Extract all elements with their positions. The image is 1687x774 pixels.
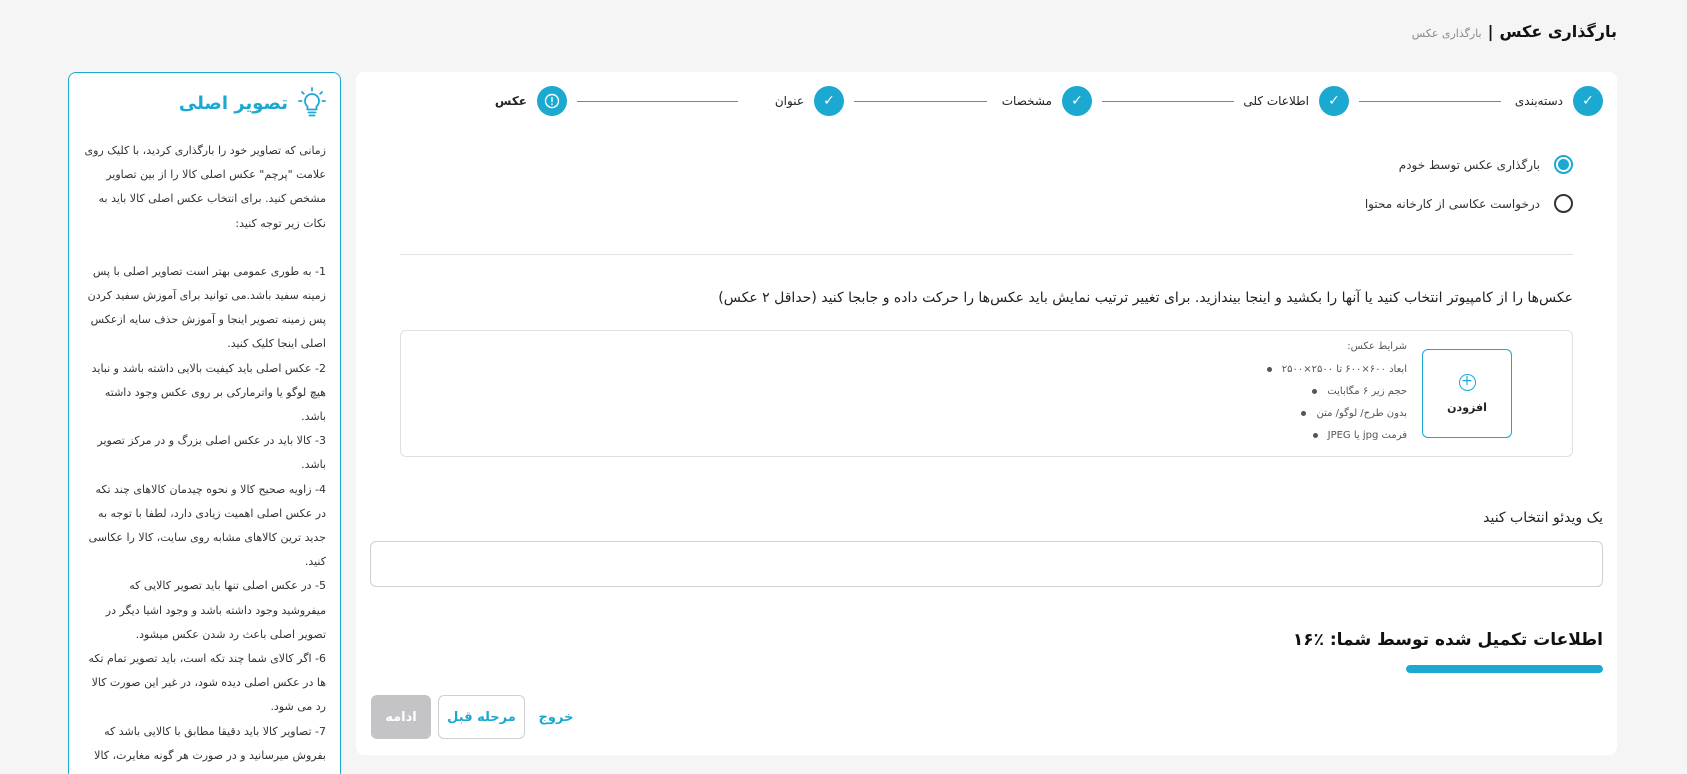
step-photo[interactable]: عکس: [495, 86, 567, 116]
plus-circle-icon: +: [1458, 373, 1476, 391]
main-card: ✓ دسته‌بندی ✓ اطلاعات کلی ✓ مشخصات ✓ عنو…: [356, 72, 1617, 755]
help-panel-title: تصویر اصلی: [178, 92, 288, 114]
step-specs[interactable]: ✓ مشخصات: [1002, 86, 1092, 116]
conditions-title: شرایط عکس:: [1347, 341, 1407, 352]
stepper: ✓ دسته‌بندی ✓ اطلاعات کلی ✓ مشخصات ✓ عنو…: [495, 86, 1603, 118]
condition-item: فرمت jpg یا JPEG: [1267, 424, 1407, 446]
help-tip: 3- کالا باید در عکس اصلی بزرگ و در مرکز …: [97, 434, 326, 472]
page-header: بارگذاری عکس | بارگذاری عکس: [1412, 22, 1617, 41]
radio-label: درخواست عکاسی از کارخانه محتوا: [1364, 196, 1540, 211]
completion-title: اطلاعات تکمیل شده توسط شما: ٪۱۶: [1292, 630, 1603, 650]
step-label: دسته‌بندی: [1514, 94, 1563, 108]
radio-label: بارگذاری عکس توسط خودم: [1398, 157, 1540, 172]
help-tip: 1- به طوری عمومی بهتر است تصاویر اصلی با…: [87, 264, 326, 351]
radio-upload-self[interactable]: بارگذاری عکس توسط خودم: [1399, 155, 1573, 174]
condition-item: ابعاد ۶۰۰×۶۰۰ تا ۲۵۰۰×۲۵۰۰: [1267, 358, 1407, 380]
help-tip: 4- زاویه صحیح کالا و نحوه چیدمان کالاهای…: [88, 482, 326, 569]
step-label: اطلاعات کلی: [1243, 94, 1309, 108]
help-tip: 6- اگر کالای شما چند تکه است، باید تصویر…: [88, 652, 326, 714]
lightbulb-icon: [298, 87, 326, 119]
help-panel-header: تصویر اصلی: [179, 87, 326, 119]
add-photo-button[interactable]: + افزودن: [1422, 349, 1512, 438]
add-photo-label: افزودن: [1447, 400, 1487, 414]
video-select-field[interactable]: [370, 541, 1603, 587]
step-label: مشخصات: [1001, 94, 1052, 108]
radio-button[interactable]: [1554, 155, 1573, 174]
check-icon: ✓: [814, 86, 844, 116]
check-icon: ✓: [1062, 86, 1092, 116]
help-tip: 2- عکس اصلی باید کیفیت بالایی داشته باشد…: [91, 361, 326, 424]
check-icon: ✓: [1319, 86, 1349, 116]
step-category[interactable]: ✓ دسته‌بندی: [1515, 86, 1603, 116]
help-panel: تصویر اصلی زمانی که تصاویر خود را بارگذا…: [68, 72, 341, 774]
step-general-info[interactable]: ✓ اطلاعات کلی: [1243, 86, 1349, 116]
step-title[interactable]: ✓ عنوان: [775, 86, 844, 116]
completion-progress-bar: [1406, 665, 1603, 673]
info-icon: [537, 86, 567, 116]
help-tip: 7- تصاویر کالا باید دقیقا مطابق با کالای…: [94, 724, 326, 762]
condition-item: حجم زیر ۶ مگابایت: [1267, 380, 1407, 402]
continue-button[interactable]: ادامه: [371, 695, 431, 739]
help-intro: زمانی که تصاویر خود را بارگذاری کردید، ب…: [84, 144, 326, 230]
help-panel-body: زمانی که تصاویر خود را بارگذاری کردید، ب…: [83, 139, 326, 768]
upload-instruction: عکس‌ها را از کامپیوتر انتخاب کنید یا آنه…: [718, 290, 1573, 306]
help-tip: 5- در عکس اصلی تنها باید تصویر کالایی که…: [105, 579, 326, 641]
page-title: بارگذاری عکس: [1499, 22, 1617, 41]
photo-conditions: شرایط عکس: ابعاد ۶۰۰×۶۰۰ تا ۲۵۰۰×۲۵۰۰ حج…: [1267, 341, 1407, 446]
title-separator: |: [1487, 22, 1494, 41]
check-icon: ✓: [1573, 86, 1603, 116]
previous-step-button[interactable]: مرحله قبل: [438, 695, 525, 739]
breadcrumb[interactable]: بارگذاری عکس: [1412, 27, 1482, 40]
step-label: عکس: [494, 94, 527, 108]
step-connector: [1102, 101, 1234, 102]
progress-fill: [1406, 665, 1603, 673]
exit-button[interactable]: خروج: [531, 695, 581, 739]
video-label: یک ویدئو انتخاب کنید: [1483, 510, 1603, 526]
radio-request-photography[interactable]: درخواست عکاسی از کارخانه محتوا: [1365, 194, 1573, 213]
step-connector: [1359, 101, 1501, 102]
divider: [400, 254, 1573, 255]
step-connector: [854, 101, 987, 102]
step-connector: [577, 101, 738, 102]
condition-item: بدون طرح/ لوگو/ متن: [1267, 402, 1407, 424]
upload-dropzone[interactable]: + افزودن شرایط عکس: ابعاد ۶۰۰×۶۰۰ تا ۲۵۰…: [400, 330, 1573, 457]
step-label: عنوان: [774, 94, 804, 108]
radio-button[interactable]: [1554, 194, 1573, 213]
